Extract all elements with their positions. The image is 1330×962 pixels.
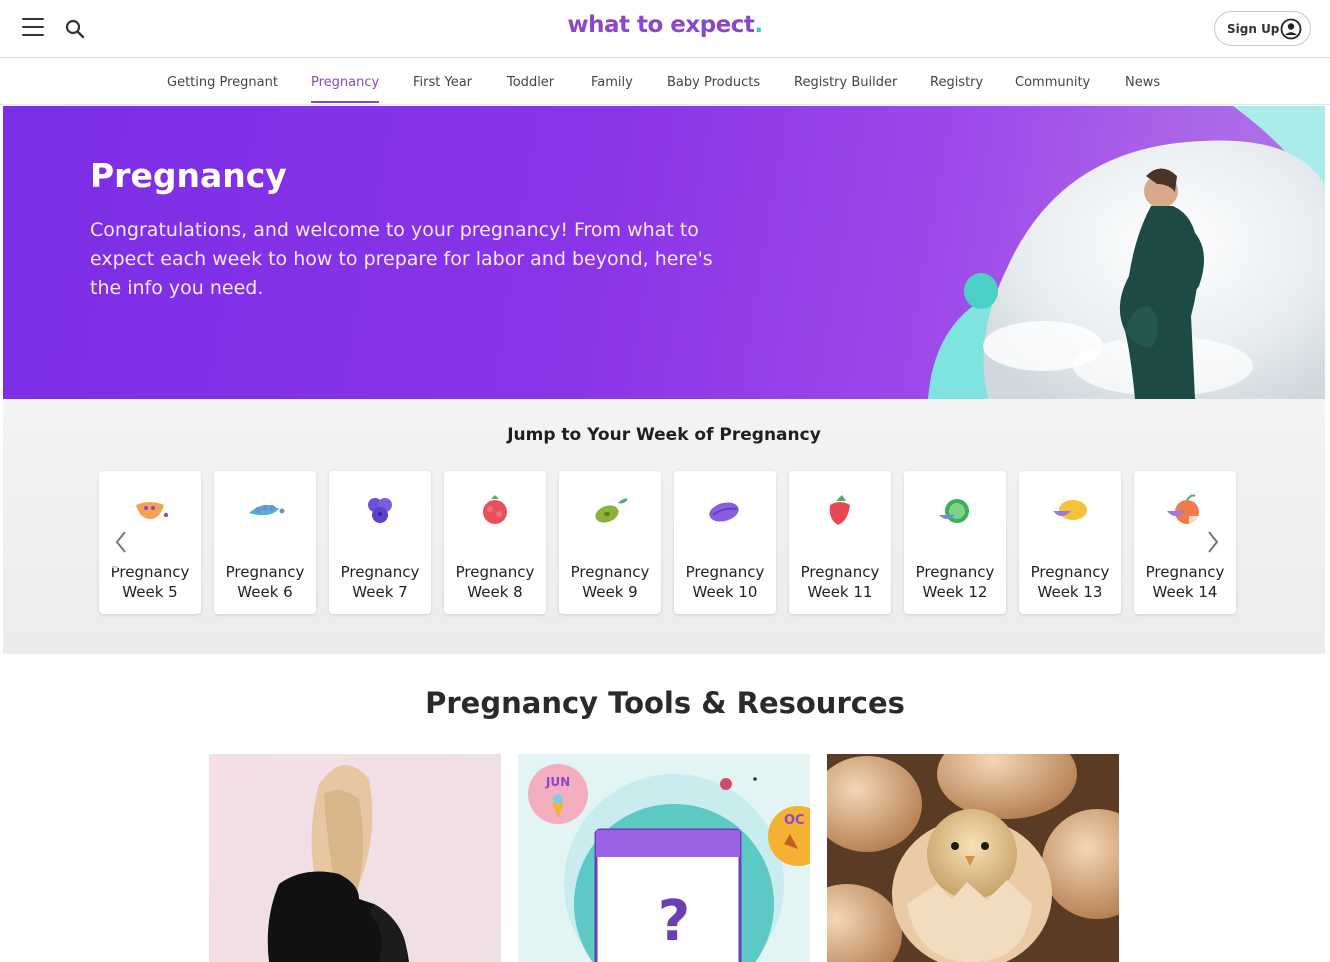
chevron-left-icon	[115, 531, 126, 553]
nav-pregnancy[interactable]: Pregnancy	[311, 75, 379, 90]
hero-description: Congratulations, and welcome to your pre…	[90, 219, 713, 299]
week-card-line2: Week 12	[922, 583, 988, 601]
week-card-8[interactable]: Pregnancy Week 8	[444, 471, 546, 614]
prune-icon	[709, 502, 739, 522]
week-card-line2: Week 13	[1037, 583, 1103, 601]
nav-community[interactable]: Community	[1015, 75, 1090, 90]
carousel-next-button[interactable]	[1189, 516, 1233, 568]
nav-family[interactable]: Family	[591, 75, 633, 90]
week-card-line1: Pregnancy	[685, 563, 765, 581]
week-carousel-section: Jump to Your Week of Pregnancy Pregnancy…	[3, 399, 1325, 654]
lemon-icon	[1053, 500, 1087, 520]
pea-pod-icon	[249, 504, 285, 516]
lime-icon	[939, 499, 969, 523]
carousel-prev-button[interactable]	[99, 516, 143, 568]
calendar-illustration: ? JUN OC	[528, 764, 810, 962]
week-carousel-title: Jump to Your Week of Pregnancy	[507, 425, 821, 445]
week-card-line1: Pregnancy	[1030, 563, 1110, 581]
week-card-11[interactable]: Pregnancy Week 11	[789, 471, 891, 614]
week-card-line1: Pregnancy	[455, 563, 535, 581]
week-card-line2: Week 14	[1152, 583, 1218, 601]
page-title: Pregnancy	[90, 156, 287, 195]
jun-badge: JUN	[545, 775, 570, 789]
sign-up-button[interactable]: Sign Up	[1214, 11, 1311, 46]
pregnant-woman-photo	[928, 106, 1325, 399]
week-card-10[interactable]: Pregnancy Week 10	[674, 471, 776, 614]
raspberry-icon	[483, 495, 507, 524]
hero-banner: Pregnancy Congratulations, and welcome t…	[3, 106, 1325, 399]
pregnant-woman-photo	[267, 765, 409, 962]
week-card-line2: Week 5	[122, 583, 178, 601]
main-navigation: Getting Pregnant Pregnancy First Year To…	[0, 59, 1330, 105]
nav-registry[interactable]: Registry	[930, 75, 983, 90]
week-card-line1: Pregnancy	[915, 563, 995, 581]
nav-news[interactable]: News	[1125, 75, 1160, 90]
week-card-line2: Week 8	[467, 583, 523, 601]
nav-baby-products[interactable]: Baby Products	[667, 75, 760, 90]
site-logo[interactable]: what to expect.	[0, 12, 1330, 38]
week-card-13[interactable]: Pregnancy Week 13	[1019, 471, 1121, 614]
nav-first-year[interactable]: First Year	[413, 75, 472, 90]
nav-getting-pregnant[interactable]: Getting Pregnant	[167, 75, 278, 90]
oct-badge: OC	[784, 813, 805, 828]
week-card-line2: Week 7	[352, 583, 408, 601]
week-card-line2: Week 11	[807, 583, 873, 601]
week-card-line1: Pregnancy	[800, 563, 880, 581]
tool-card-pregnancy-photo[interactable]	[209, 754, 501, 962]
olive-icon	[595, 498, 628, 523]
chevron-right-icon	[1208, 531, 1219, 553]
logo-dot: .	[754, 12, 763, 38]
logo-text: what to expect	[567, 12, 755, 38]
tools-section-title: Pregnancy Tools & Resources	[425, 686, 905, 720]
week-card-line2: Week 9	[582, 583, 638, 601]
blueberry-icon	[368, 498, 392, 523]
chick-in-egg-photo	[827, 754, 1119, 962]
tool-card-due-date-calendar[interactable]: ? JUN OC	[518, 754, 810, 962]
week-card-9[interactable]: Pregnancy Week 9	[559, 471, 661, 614]
nav-registry-builder[interactable]: Registry Builder	[794, 75, 897, 90]
nav-toddler[interactable]: Toddler	[507, 75, 554, 90]
week-card-line1: Pregnancy	[340, 563, 420, 581]
user-circle-icon	[1280, 18, 1302, 40]
strawberry-icon	[829, 495, 850, 525]
top-header: what to expect. Sign Up	[0, 0, 1330, 58]
question-mark: ?	[658, 889, 690, 954]
week-card-7[interactable]: Pregnancy Week 7	[329, 471, 431, 614]
week-card-line1: Pregnancy	[570, 563, 650, 581]
active-tab-indicator	[311, 101, 379, 103]
week-card-12[interactable]: Pregnancy Week 12	[904, 471, 1006, 614]
sign-up-label: Sign Up	[1227, 22, 1280, 36]
week-card-line1: Pregnancy	[225, 563, 305, 581]
week-card-line2: Week 6	[237, 583, 293, 601]
tool-card-baby-chick-photo[interactable]	[827, 754, 1119, 962]
week-card-line2: Week 10	[692, 583, 758, 601]
week-card-6[interactable]: Pregnancy Week 6	[214, 471, 316, 614]
